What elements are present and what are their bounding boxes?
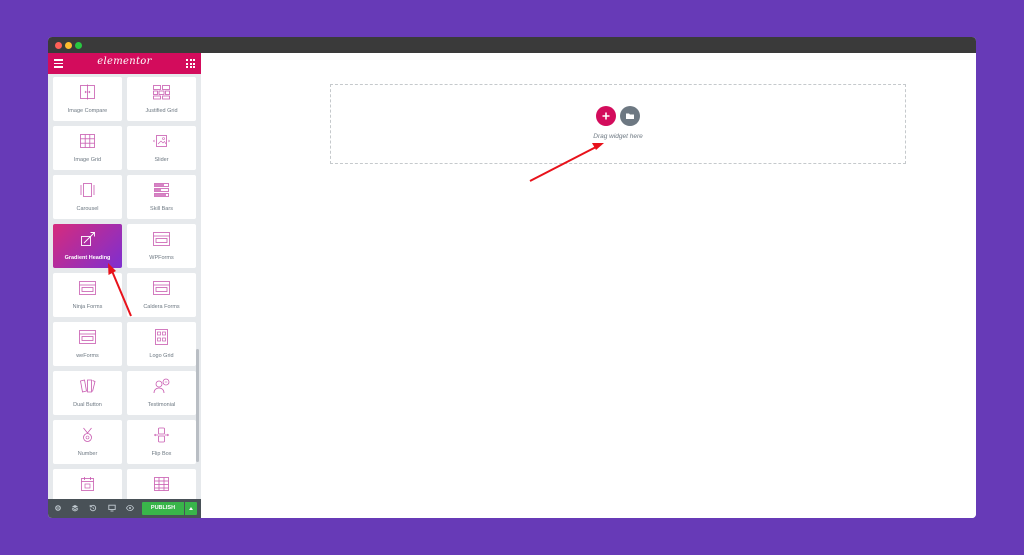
number-icon — [83, 427, 92, 442]
widget-dual-button[interactable]: Dual Button — [53, 371, 122, 415]
plus-icon — [602, 112, 610, 120]
table-icon — [154, 477, 169, 491]
add-section-button[interactable] — [596, 106, 616, 126]
panel-header: elementor — [48, 53, 201, 74]
publish-button[interactable]: PUBLISH — [142, 502, 184, 515]
widget-ninja-forms[interactable]: Ninja Forms — [53, 273, 122, 317]
calendar-icon — [81, 477, 94, 491]
widget-number[interactable]: Number — [53, 420, 122, 464]
widget-label: Number — [77, 451, 98, 457]
widget-skill-bars[interactable]: Skill Bars — [127, 175, 196, 219]
gradient-heading-icon — [81, 232, 95, 246]
form-icon — [153, 281, 170, 295]
widget-label: Justified Grid — [145, 108, 178, 114]
carousel-icon — [80, 183, 95, 197]
widget-table[interactable] — [127, 469, 196, 499]
widget-carousel[interactable]: Carousel — [53, 175, 122, 219]
responsive-mode-icon[interactable] — [108, 504, 116, 512]
elementor-logo: elementor — [97, 56, 152, 67]
add-template-button[interactable] — [620, 106, 640, 126]
widget-label: Slider — [154, 157, 169, 163]
skill-bars-icon — [154, 183, 169, 197]
widget-label: Logo Grid — [149, 353, 174, 359]
widget-label: Skill Bars — [150, 206, 173, 212]
browser-window: elementor Image Compare Justified Grid I… — [48, 37, 976, 518]
widgets-grid-icon[interactable] — [186, 59, 195, 68]
widget-flip-box[interactable]: Flip Box — [127, 420, 196, 464]
caret-up-icon — [189, 507, 193, 510]
preview-eye-icon[interactable] — [126, 504, 134, 512]
widget-justified-grid[interactable]: Justified Grid — [127, 77, 196, 121]
image-grid-icon — [80, 134, 95, 148]
logo-grid-icon — [155, 329, 168, 345]
widget-wpforms[interactable]: WPForms — [127, 224, 196, 268]
widget-image-compare[interactable]: Image Compare — [53, 77, 122, 121]
widget-label: WPForms — [149, 255, 174, 261]
widget-label: Image Compare — [67, 108, 108, 114]
widget-weforms[interactable]: weForms — [53, 322, 122, 366]
drag-widget-hint: Drag widget here — [593, 133, 643, 140]
dual-button-icon — [80, 379, 96, 393]
widget-label: Dual Button — [73, 402, 102, 408]
form-icon — [79, 330, 96, 344]
widget-label: Testimonial — [147, 402, 176, 408]
panel-footer: PUBLISH — [48, 499, 201, 518]
flip-box-icon — [154, 427, 169, 443]
widget-drop-zone[interactable]: Drag widget here — [330, 84, 906, 164]
editor-canvas: Drag widget here — [201, 53, 976, 518]
widget-label: Image Grid — [73, 157, 102, 163]
justified-grid-icon — [153, 85, 170, 100]
close-window-dot[interactable] — [55, 42, 62, 49]
folder-icon — [626, 113, 634, 119]
widget-gradient-heading[interactable]: Gradient Heading — [53, 224, 122, 268]
publish-options-button[interactable] — [185, 502, 197, 515]
widget-label: Ninja Forms — [72, 304, 103, 310]
widget-caldera-forms[interactable]: Caldera Forms — [127, 273, 196, 317]
widget-image-grid[interactable]: Image Grid — [53, 126, 122, 170]
layers-icon[interactable] — [71, 504, 79, 512]
widget-logo-grid[interactable]: Logo Grid — [127, 322, 196, 366]
testimonial-icon — [153, 378, 170, 394]
form-icon — [79, 281, 96, 295]
widget-label: weForms — [76, 353, 99, 359]
maximize-window-dot[interactable] — [75, 42, 82, 49]
history-icon[interactable] — [89, 504, 97, 512]
widget-slider[interactable]: Slider — [127, 126, 196, 170]
elementor-panel: elementor Image Compare Justified Grid I… — [48, 53, 201, 518]
window-titlebar — [48, 37, 976, 53]
slider-icon — [153, 135, 170, 147]
panel-scrollbar[interactable] — [196, 349, 199, 462]
widget-label: Caldera Forms — [143, 304, 180, 310]
settings-icon[interactable] — [54, 504, 62, 512]
widget-calendar[interactable] — [53, 469, 122, 499]
widget-label: Carousel — [76, 206, 99, 212]
widget-label: Flip Box — [151, 451, 172, 457]
widget-label: Gradient Heading — [64, 255, 111, 261]
minimize-window-dot[interactable] — [65, 42, 72, 49]
widget-list: Image Compare Justified Grid Image Grid … — [48, 74, 201, 499]
image-compare-icon — [80, 84, 95, 100]
widget-testimonial[interactable]: Testimonial — [127, 371, 196, 415]
form-icon — [153, 232, 170, 246]
